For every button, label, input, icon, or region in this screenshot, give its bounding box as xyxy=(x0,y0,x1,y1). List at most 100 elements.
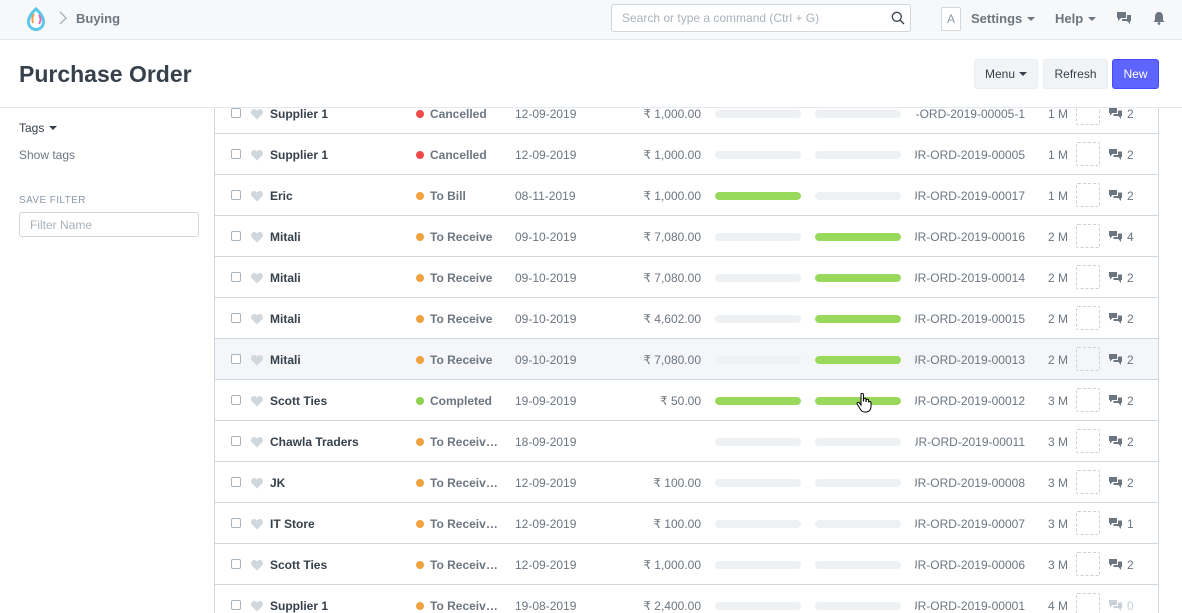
tags-dropdown[interactable]: Tags xyxy=(19,121,58,135)
table-row[interactable]: Mitali To Receive 09-10-2019 ₹ 7,080.00 … xyxy=(215,216,1158,257)
table-row[interactable]: IT Store To Receive and Bill 12-09-2019 … xyxy=(215,503,1158,544)
new-button[interactable]: New xyxy=(1112,59,1159,89)
table-row[interactable]: Mitali To Receive 09-10-2019 ₹ 7,080.00 … xyxy=(215,257,1158,298)
row-checkbox[interactable] xyxy=(231,436,241,446)
heart-icon[interactable] xyxy=(250,354,264,366)
supplier-name[interactable]: Supplier 1 xyxy=(270,108,328,121)
row-checkbox[interactable] xyxy=(231,190,241,200)
refresh-button[interactable]: Refresh xyxy=(1043,59,1108,89)
status-label[interactable]: To Receive and Bill xyxy=(430,599,500,613)
comment-icon[interactable] xyxy=(1108,312,1123,325)
table-row[interactable]: JK To Receive and Bill 12-09-2019 ₹ 100.… xyxy=(215,462,1158,503)
heart-icon[interactable] xyxy=(250,518,264,530)
supplier-name[interactable]: Chawla Traders xyxy=(270,435,359,449)
supplier-name[interactable]: JK xyxy=(270,476,285,490)
heart-icon[interactable] xyxy=(250,272,264,284)
search-icon[interactable] xyxy=(891,11,905,25)
search-input[interactable] xyxy=(622,5,882,31)
status-label[interactable]: To Bill xyxy=(430,189,500,203)
heart-icon[interactable] xyxy=(250,108,264,120)
heart-icon[interactable] xyxy=(250,600,264,612)
table-row[interactable]: Supplier 1 Cancelled 12-09-2019 ₹ 1,000.… xyxy=(215,134,1158,175)
purchase-order-id[interactable]: PUR-ORD-2019-00014 xyxy=(915,271,1025,285)
chat-icon[interactable] xyxy=(1116,11,1132,25)
row-checkbox[interactable] xyxy=(231,272,241,282)
supplier-name[interactable]: Supplier 1 xyxy=(270,148,328,162)
status-label[interactable]: To Receive and Bill xyxy=(430,558,500,572)
status-label[interactable]: To Receive xyxy=(430,353,500,367)
purchase-order-id[interactable]: PUR-ORD-2019-00012 xyxy=(915,394,1025,408)
supplier-name[interactable]: Scott Ties xyxy=(270,394,327,408)
row-checkbox[interactable] xyxy=(231,477,241,487)
comment-icon[interactable] xyxy=(1108,599,1123,612)
comment-icon[interactable] xyxy=(1108,517,1123,530)
heart-icon[interactable] xyxy=(250,436,264,448)
avatar[interactable]: A xyxy=(941,7,961,31)
supplier-name[interactable]: Mitali xyxy=(270,271,301,285)
purchase-order-id[interactable]: PUR-ORD-2019-00017 xyxy=(915,189,1025,203)
purchase-order-id[interactable]: PUR-ORD-2019-00006 xyxy=(915,558,1025,572)
status-label[interactable]: To Receive xyxy=(430,230,500,244)
bell-icon[interactable] xyxy=(1151,11,1167,25)
table-row[interactable]: Mitali To Receive 09-10-2019 ₹ 7,080.00 … xyxy=(215,339,1158,380)
comment-icon[interactable] xyxy=(1108,558,1123,571)
purchase-order-id[interactable]: PUR-ORD-2019-00007 xyxy=(915,517,1025,531)
status-label[interactable]: To Receive xyxy=(430,312,500,326)
table-row[interactable]: Mitali To Receive 09-10-2019 ₹ 4,602.00 … xyxy=(215,298,1158,339)
awesomebar-search[interactable] xyxy=(611,4,911,32)
supplier-name[interactable]: Mitali xyxy=(270,312,301,326)
table-row[interactable]: Supplier 1 To Receive and Bill 19-08-201… xyxy=(215,585,1158,613)
heart-icon[interactable] xyxy=(250,231,264,243)
comment-icon[interactable] xyxy=(1108,435,1123,448)
status-label[interactable]: To Receive xyxy=(430,271,500,285)
filter-name-input[interactable] xyxy=(19,212,199,237)
breadcrumb-buying[interactable]: Buying xyxy=(76,11,120,26)
purchase-order-id[interactable]: PUR-ORD-2019-00008 xyxy=(915,476,1025,490)
comment-icon[interactable] xyxy=(1108,108,1123,120)
row-checkbox[interactable] xyxy=(231,108,241,118)
comment-icon[interactable] xyxy=(1108,230,1123,243)
purchase-order-id[interactable]: PUR-ORD-2019-00013 xyxy=(915,353,1025,367)
purchase-order-id[interactable]: PUR-ORD-2019-00005-1 xyxy=(915,108,1025,121)
menu-button[interactable]: Menu xyxy=(974,59,1038,89)
purchase-order-id[interactable]: PUR-ORD-2019-00015 xyxy=(915,312,1025,326)
row-checkbox[interactable] xyxy=(231,395,241,405)
purchase-order-id[interactable]: PUR-ORD-2019-00016 xyxy=(915,230,1025,244)
status-label[interactable]: Completed xyxy=(430,394,500,408)
supplier-name[interactable]: Mitali xyxy=(270,353,301,367)
table-row[interactable]: Scott Ties Completed 19-09-2019 ₹ 50.00 … xyxy=(215,380,1158,421)
heart-icon[interactable] xyxy=(250,149,264,161)
table-row[interactable]: Supplier 1 Cancelled 12-09-2019 ₹ 1,000.… xyxy=(215,108,1158,134)
help-dropdown[interactable]: Help xyxy=(1055,11,1097,26)
purchase-order-id[interactable]: PUR-ORD-2019-00001 xyxy=(915,599,1025,613)
comment-icon[interactable] xyxy=(1108,148,1123,161)
row-checkbox[interactable] xyxy=(231,149,241,159)
row-checkbox[interactable] xyxy=(231,231,241,241)
supplier-name[interactable]: Mitali xyxy=(270,230,301,244)
status-label[interactable]: To Receive and Bill xyxy=(430,476,500,490)
row-checkbox[interactable] xyxy=(231,354,241,364)
table-row[interactable]: Scott Ties To Receive and Bill 12-09-201… xyxy=(215,544,1158,585)
purchase-order-id[interactable]: PUR-ORD-2019-00011 xyxy=(915,435,1025,449)
supplier-name[interactable]: Eric xyxy=(270,189,293,203)
supplier-name[interactable]: Supplier 1 xyxy=(270,599,328,613)
comment-icon[interactable] xyxy=(1108,394,1123,407)
app-logo-icon[interactable] xyxy=(25,6,47,32)
comment-icon[interactable] xyxy=(1108,353,1123,366)
row-checkbox[interactable] xyxy=(231,600,241,610)
row-checkbox[interactable] xyxy=(231,313,241,323)
heart-icon[interactable] xyxy=(250,395,264,407)
comment-icon[interactable] xyxy=(1108,271,1123,284)
supplier-name[interactable]: Scott Ties xyxy=(270,558,327,572)
status-label[interactable]: To Receive and Bill xyxy=(430,517,500,531)
heart-icon[interactable] xyxy=(250,477,264,489)
comment-icon[interactable] xyxy=(1108,189,1123,202)
heart-icon[interactable] xyxy=(250,313,264,325)
status-label[interactable]: Cancelled xyxy=(430,148,500,162)
supplier-name[interactable]: IT Store xyxy=(270,517,315,531)
status-label[interactable]: To Receive and Bill xyxy=(430,435,500,449)
heart-icon[interactable] xyxy=(250,559,264,571)
settings-dropdown[interactable]: Settings xyxy=(971,11,1036,26)
heart-icon[interactable] xyxy=(250,190,264,202)
table-row[interactable]: Chawla Traders To Receive and Bill 18-09… xyxy=(215,421,1158,462)
